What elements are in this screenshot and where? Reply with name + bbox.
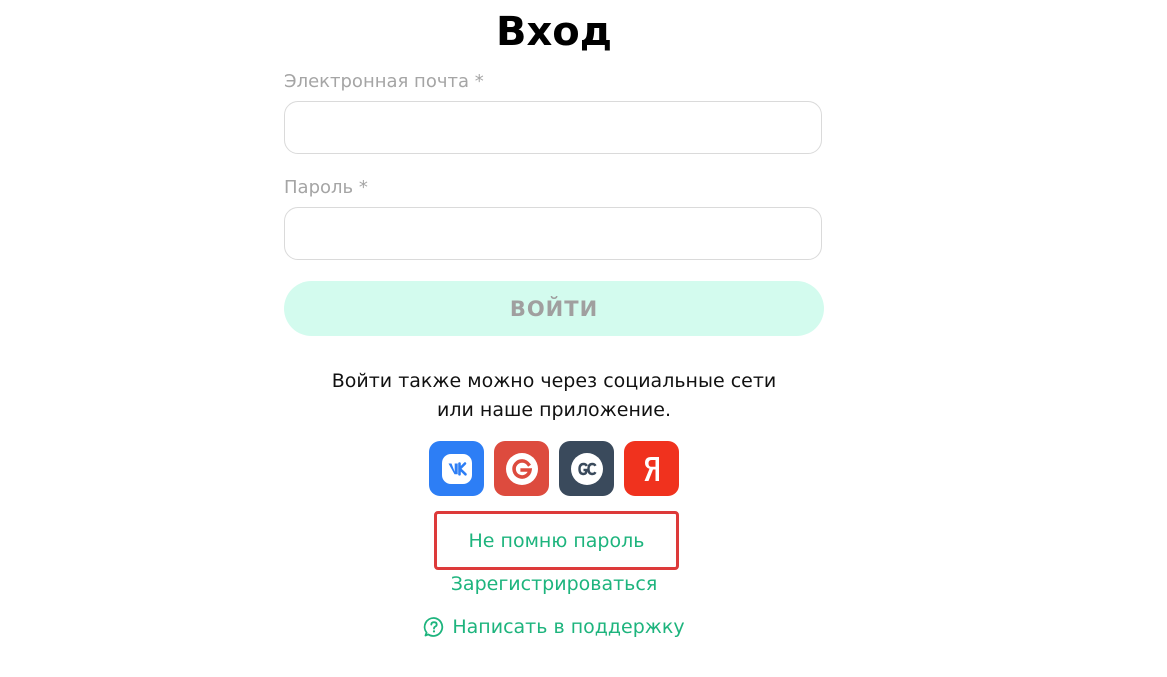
hint-line-1: Войти также можно через социальные сети xyxy=(331,370,777,392)
google-login-button[interactable] xyxy=(494,441,549,496)
support-link[interactable]: Написать в поддержку xyxy=(452,616,684,638)
forgot-password-highlight: Не помню пароль xyxy=(434,511,679,570)
vk-icon xyxy=(441,453,472,484)
password-label: Пароль * xyxy=(284,177,368,198)
social-buttons xyxy=(429,441,679,496)
page-title: Вход xyxy=(495,9,613,55)
hint-line-2: или наше приложение. xyxy=(437,399,671,421)
register-link[interactable]: Зарегистрироваться xyxy=(451,573,658,595)
question-bubble-icon xyxy=(424,617,444,637)
login-button[interactable]: ВОЙТИ xyxy=(284,281,824,336)
getcourse-login-button[interactable] xyxy=(559,441,614,496)
social-login-hint: Войти также можно через социальные сети … xyxy=(0,367,1108,425)
forgot-password-link[interactable]: Не помню пароль xyxy=(469,530,645,552)
google-icon xyxy=(505,452,538,485)
password-field[interactable] xyxy=(284,207,822,260)
yandex-login-button[interactable] xyxy=(624,441,679,496)
login-page: Вход Электронная почта * Пароль * ВОЙТИ … xyxy=(0,0,1167,677)
support-row: Написать в поддержку xyxy=(0,616,1108,638)
email-label: Электронная почта * xyxy=(284,71,484,92)
register-row: Зарегистрироваться xyxy=(0,571,1108,598)
yandex-icon xyxy=(644,456,659,481)
email-field[interactable] xyxy=(284,101,822,154)
vk-login-button[interactable] xyxy=(429,441,484,496)
getcourse-icon xyxy=(570,452,603,485)
